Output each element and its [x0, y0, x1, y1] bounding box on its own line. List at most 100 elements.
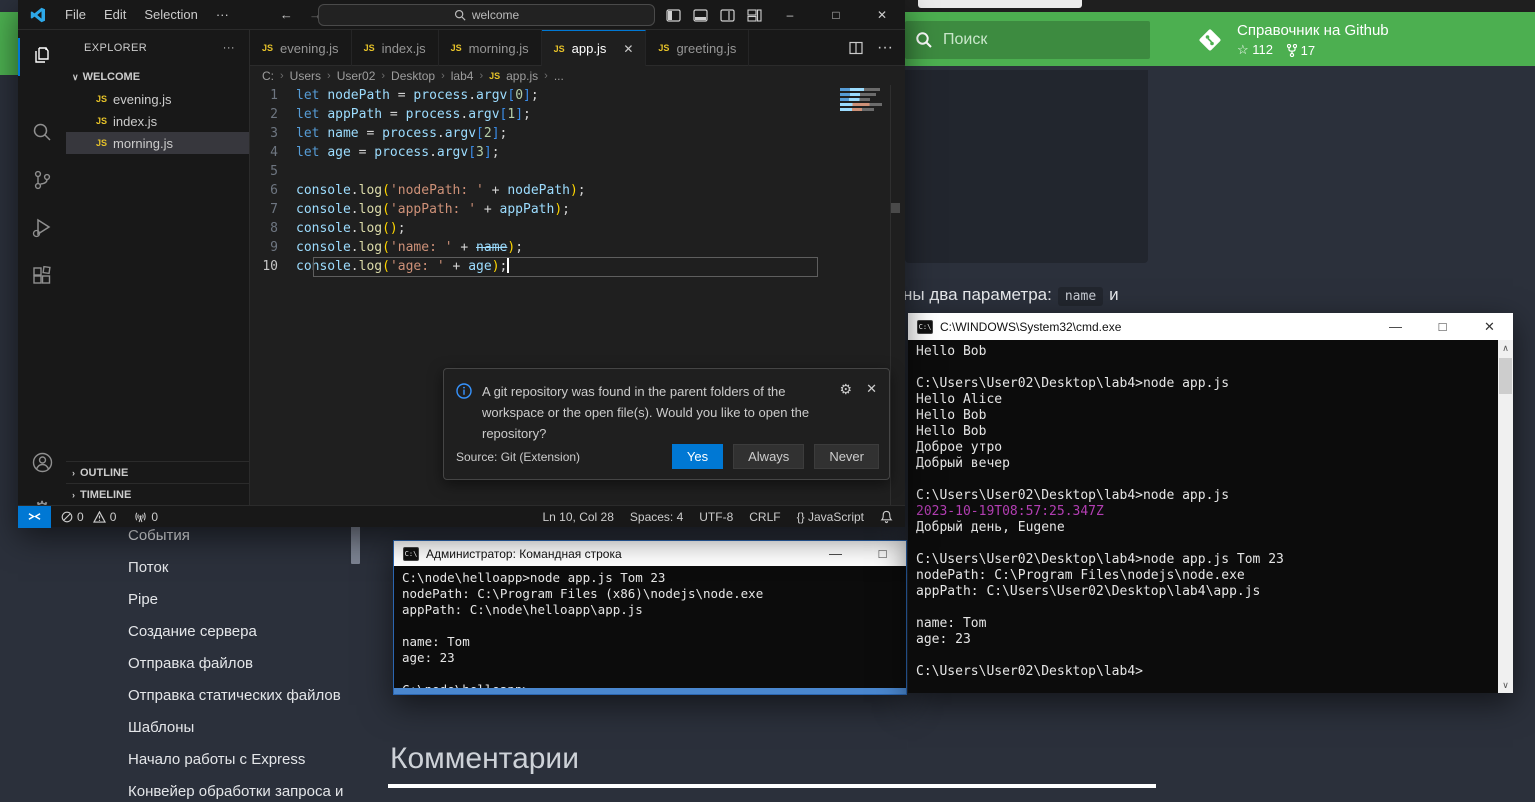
breadcrumb-item[interactable]: Desktop: [391, 69, 435, 83]
terminal-line: name: Tom: [916, 616, 1498, 632]
menu-[interactable]: ···: [207, 7, 238, 22]
source-control-icon[interactable]: [18, 158, 66, 202]
menu-file[interactable]: File: [56, 7, 95, 22]
nav-link[interactable]: Поток: [110, 552, 378, 584]
status-javascript[interactable]: {} JavaScript: [797, 510, 864, 524]
run-debug-icon[interactable]: [18, 206, 66, 250]
customize-layout-icon[interactable]: [747, 8, 762, 23]
minimize-button[interactable]: —: [812, 540, 859, 567]
yes-button[interactable]: Yes: [672, 444, 723, 469]
terminal-line: [916, 360, 1498, 376]
site-search-input[interactable]: Поиск: [905, 21, 1150, 59]
breadcrumb-item[interactable]: C:: [262, 69, 274, 83]
forks-count: 17: [1287, 43, 1315, 58]
status-utf-8[interactable]: UTF-8: [699, 510, 733, 524]
terminal-line: appPath: C:\node\helloapp\app.js: [402, 602, 906, 618]
file-morning.js[interactable]: JSmorning.js: [66, 132, 249, 154]
breadcrumb-item[interactable]: User02: [337, 69, 376, 83]
close-button[interactable]: ✕: [1466, 313, 1513, 340]
file-name: index.js: [113, 114, 157, 129]
nav-link[interactable]: Отправка статических файлов: [110, 680, 378, 712]
search-icon: [454, 9, 466, 21]
cmd-output[interactable]: Hello Bob C:\Users\User02\Desktop\lab4>n…: [908, 340, 1498, 693]
breadcrumb-item[interactable]: app.js: [506, 69, 538, 83]
toggle-panel-icon[interactable]: [693, 8, 708, 23]
notification-close-icon[interactable]: ✕: [866, 381, 877, 444]
explorer-sidebar: EXPLORER ··· ∨ WELCOME JSevening.jsJSind…: [66, 30, 250, 505]
always-button[interactable]: Always: [733, 444, 804, 469]
file-index.js[interactable]: JSindex.js: [66, 110, 249, 132]
explorer-icon[interactable]: [18, 33, 66, 77]
command-center-search[interactable]: welcome: [318, 4, 655, 26]
toggle-secondary-sidebar-icon[interactable]: [720, 8, 735, 23]
tab-close-icon[interactable]: ✕: [623, 42, 633, 56]
tab-morning.js[interactable]: JSmorning.js: [439, 30, 542, 66]
tab-greeting.js[interactable]: JSgreeting.js: [646, 30, 749, 66]
admin-cmd-titlebar[interactable]: C:\ Администратор: Командная строка — □: [394, 541, 906, 566]
status-crlf[interactable]: CRLF: [749, 510, 780, 524]
nav-link[interactable]: Начало работы с Express: [110, 744, 378, 776]
github-reference-link[interactable]: Справочник на Github ☆ 112 17: [1195, 22, 1389, 58]
menu-edit[interactable]: Edit: [95, 7, 135, 22]
nav-back-icon[interactable]: ←: [272, 7, 301, 22]
breadcrumb-item[interactable]: lab4: [451, 69, 474, 83]
terminal-line: Добрый день, Eugene: [916, 520, 1498, 536]
cmd-icon: C:\: [403, 547, 419, 561]
status-ln-10-col-28[interactable]: Ln 10, Col 28: [543, 510, 614, 524]
terminal-line: [916, 600, 1498, 616]
nav-link[interactable]: Конвейер обработки запроса и middleware: [110, 776, 378, 802]
nav-link[interactable]: Создание сервера: [110, 616, 378, 648]
site-sidebar-scrollbar[interactable]: [351, 524, 360, 564]
line-number: 1: [250, 86, 296, 105]
maximize-button[interactable]: □: [1419, 313, 1466, 340]
star-icon: ☆: [1237, 42, 1249, 57]
close-button[interactable]: ✕: [859, 0, 905, 30]
site-sidebar-nav: СобытияПотокPipeСоздание сервераОтправка…: [110, 520, 378, 802]
breadcrumb-item[interactable]: Users: [290, 69, 321, 83]
terminal-line: appPath: C:\Users\User02\Desktop\lab4\ap…: [916, 584, 1498, 600]
status-spaces-4[interactable]: Spaces: 4: [630, 510, 683, 524]
breadcrumb-item[interactable]: ...: [554, 69, 564, 83]
page-paragraph: ны два параметра:nameи: [903, 285, 1119, 305]
minimap[interactable]: [840, 88, 888, 113]
remote-indicator[interactable]: [18, 506, 51, 528]
editor-more-actions-icon[interactable]: ···: [877, 39, 893, 57]
ports-indicator[interactable]: 0: [134, 510, 158, 524]
maximize-button[interactable]: □: [859, 540, 906, 567]
line-number: 3: [250, 124, 296, 143]
workspace-section-welcome[interactable]: ∨ WELCOME: [66, 66, 249, 88]
menu-selection[interactable]: Selection: [135, 7, 206, 22]
split-editor-icon[interactable]: [849, 41, 863, 55]
code-text: console.log('appPath: ' + appPath);: [296, 200, 570, 219]
toggle-sidebar-icon[interactable]: [666, 8, 681, 23]
cmd-scrollbar[interactable]: ∧ ∨: [1498, 340, 1513, 693]
accounts-icon[interactable]: [18, 440, 66, 484]
never-button[interactable]: Never: [814, 444, 879, 469]
minimize-button[interactable]: —: [1372, 313, 1419, 340]
editor-scrollbar-thumb[interactable]: [891, 203, 900, 213]
admin-cmd-output[interactable]: C:\node\helloapp>node app.js Tom 23nodeP…: [394, 566, 906, 688]
code-text: console.log();: [296, 219, 406, 238]
tab-index.js[interactable]: JSindex.js: [352, 30, 439, 66]
scroll-up-icon[interactable]: ∧: [1498, 340, 1513, 356]
notifications-bell-icon[interactable]: [880, 510, 893, 524]
cmd-titlebar[interactable]: C:\ C:\WINDOWS\System32\cmd.exe — □ ✕: [908, 313, 1513, 340]
outline-section[interactable]: › OUTLINE: [66, 461, 250, 483]
tab-evening.js[interactable]: JSevening.js: [250, 30, 352, 66]
notification-settings-gear-icon[interactable]: ⚙: [840, 381, 853, 444]
scroll-down-icon[interactable]: ∨: [1498, 677, 1513, 693]
tab-app.js[interactable]: JSapp.js✕: [542, 30, 647, 66]
file-evening.js[interactable]: JSevening.js: [66, 88, 249, 110]
nav-link[interactable]: Отправка файлов: [110, 648, 378, 680]
extensions-icon[interactable]: [18, 254, 66, 298]
minimize-button[interactable]: –: [767, 0, 813, 30]
maximize-button[interactable]: □: [813, 0, 859, 30]
nav-link[interactable]: Шаблоны: [110, 712, 378, 744]
code-line: 10console.log('age: ' + age);: [250, 257, 905, 276]
search-icon[interactable]: [18, 110, 66, 154]
scrollbar-thumb[interactable]: [1499, 358, 1512, 394]
nav-link[interactable]: Pipe: [110, 584, 378, 616]
timeline-section[interactable]: › TIMELINE: [66, 483, 250, 505]
explorer-more-actions-icon[interactable]: ···: [223, 42, 235, 54]
problems-indicator[interactable]: 0 0: [61, 510, 116, 524]
